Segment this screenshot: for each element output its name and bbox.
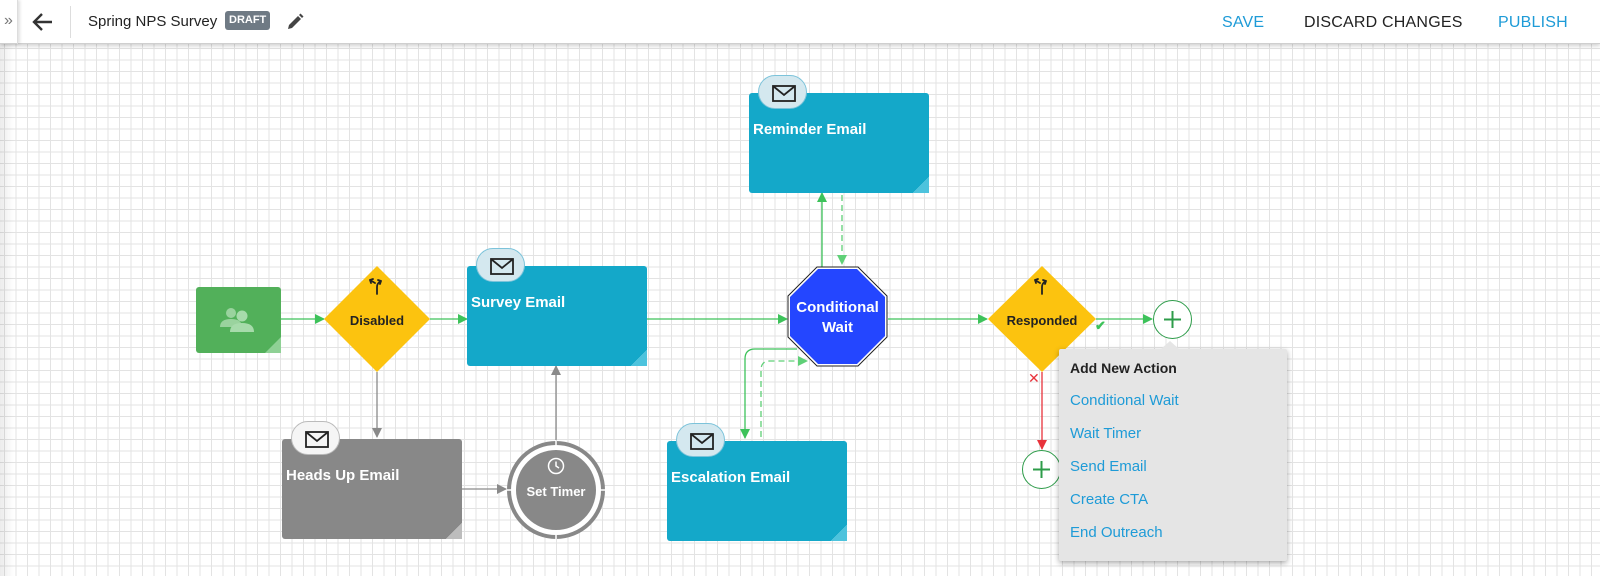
plus-icon bbox=[1033, 461, 1050, 478]
page-fold bbox=[631, 350, 647, 366]
split-arrows-icon bbox=[1034, 278, 1047, 295]
menu-item-end-outreach[interactable]: End Outreach bbox=[1070, 524, 1163, 541]
decision-label: Responded bbox=[1006, 313, 1078, 328]
timer-node[interactable]: Set Timer bbox=[506, 440, 606, 540]
double-chevron-right-icon[interactable]: » bbox=[0, 0, 18, 44]
plus-icon bbox=[1164, 311, 1181, 328]
page-title: Spring NPS Survey bbox=[88, 13, 218, 30]
envelope-icon bbox=[690, 433, 714, 450]
split-arrows-icon bbox=[369, 278, 382, 295]
menu-item-conditional-wait[interactable]: Conditional Wait bbox=[1070, 392, 1179, 409]
decision-label: Disabled bbox=[349, 313, 405, 328]
email-node-reminder[interactable]: Reminder Email bbox=[749, 75, 929, 193]
email-node-survey[interactable]: Survey Email bbox=[467, 248, 647, 366]
pencil-icon[interactable] bbox=[285, 12, 305, 32]
email-type-badge bbox=[291, 421, 340, 455]
node-label: Reminder Email bbox=[753, 121, 867, 138]
decision-node-disabled[interactable]: Disabled bbox=[324, 266, 430, 372]
page-fold bbox=[913, 177, 929, 193]
no-branch-marker: ✕ bbox=[1028, 370, 1040, 386]
top-bar: » Spring NPS Survey DRAFT SAVE DISCARD C… bbox=[0, 0, 1600, 44]
page-fold bbox=[446, 523, 462, 539]
menu-caret bbox=[1161, 341, 1179, 349]
node-label: Heads Up Email bbox=[286, 467, 400, 484]
menu-item-wait-timer[interactable]: Wait Timer bbox=[1070, 425, 1141, 442]
arrow-left-icon[interactable] bbox=[30, 8, 56, 36]
add-action-menu: Add New Action Conditional Wait Wait Tim… bbox=[1059, 341, 1287, 561]
yes-branch-marker: ✔ bbox=[1095, 318, 1106, 333]
page-fold bbox=[831, 525, 847, 541]
menu-item-send-email[interactable]: Send Email bbox=[1070, 458, 1147, 475]
node-label: Escalation Email bbox=[671, 469, 791, 486]
email-node-escalation[interactable]: Escalation Email bbox=[667, 423, 847, 541]
participants-node[interactable] bbox=[196, 287, 281, 353]
envelope-icon bbox=[305, 431, 329, 448]
add-action-no-button[interactable] bbox=[1022, 450, 1061, 489]
conditional-wait-node[interactable]: Conditional Wait bbox=[787, 266, 888, 367]
save-button[interactable]: SAVE bbox=[1222, 14, 1264, 32]
status-badge: DRAFT bbox=[225, 11, 271, 30]
envelope-icon bbox=[490, 258, 514, 275]
discard-changes-button[interactable]: DISCARD CHANGES bbox=[1304, 14, 1463, 32]
conditional-wait-label: Conditional Wait bbox=[787, 298, 888, 338]
email-type-badge bbox=[476, 248, 525, 282]
envelope-icon bbox=[772, 85, 796, 102]
edge-escalation-to-wait bbox=[760, 356, 808, 437]
clock-icon bbox=[547, 457, 565, 475]
people-icon bbox=[220, 308, 254, 332]
label-line-1: Conditional bbox=[796, 299, 879, 316]
add-action-yes-button[interactable] bbox=[1153, 300, 1192, 339]
node-label: Survey Email bbox=[471, 294, 566, 311]
page-fold bbox=[265, 337, 281, 353]
email-type-badge bbox=[758, 75, 807, 109]
label-line-2: Wait bbox=[821, 319, 854, 336]
menu-item-create-cta[interactable]: Create CTA bbox=[1070, 491, 1148, 508]
menu-title: Add New Action bbox=[1070, 360, 1177, 376]
email-type-badge bbox=[676, 423, 725, 457]
publish-button[interactable]: PUBLISH bbox=[1498, 14, 1568, 32]
timer-label: Set Timer bbox=[526, 484, 586, 499]
email-node-heads-up[interactable]: Heads Up Email bbox=[282, 421, 462, 539]
divider bbox=[70, 6, 71, 38]
